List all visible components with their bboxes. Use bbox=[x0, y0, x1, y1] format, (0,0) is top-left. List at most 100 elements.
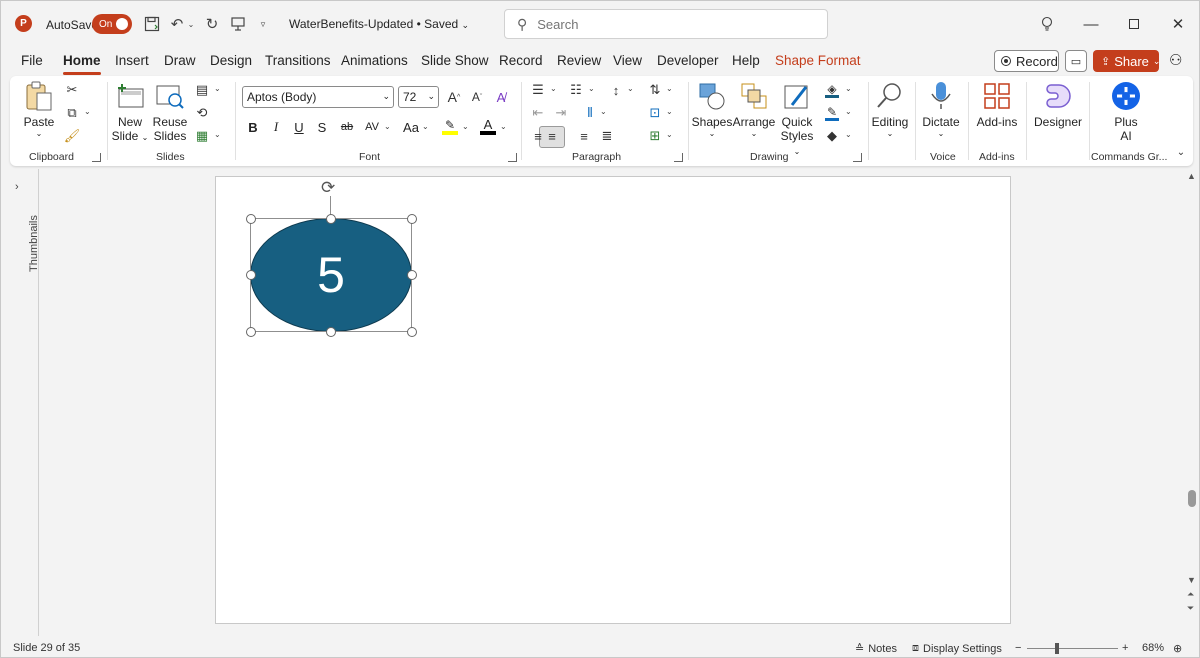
search-input[interactable] bbox=[537, 16, 798, 32]
share-button[interactable]: ⇪ Share ⌄ bbox=[1093, 50, 1160, 72]
columns-chevron-icon[interactable]: ⌄ bbox=[600, 107, 607, 116]
collapse-ribbon-chevron-icon[interactable]: ⌄ bbox=[1170, 142, 1192, 162]
resize-handle-left[interactable] bbox=[246, 270, 256, 280]
tab-review[interactable]: Review bbox=[557, 53, 601, 68]
dictate-button[interactable]: Dictate ⌄ bbox=[920, 80, 962, 139]
shapes-button[interactable]: Shapes ⌄ bbox=[692, 80, 732, 139]
shape-fill-chevron-icon[interactable]: ⌄ bbox=[845, 84, 852, 93]
numbering-icon[interactable]: ☷ bbox=[565, 80, 587, 100]
reset-slide-icon[interactable]: ⟲ bbox=[191, 103, 213, 123]
align-center-icon[interactable]: ≡ bbox=[541, 126, 563, 146]
columns-icon[interactable]: ⫴ bbox=[579, 103, 601, 123]
designer-button[interactable]: Designer bbox=[1030, 80, 1086, 129]
smartart-icon[interactable]: ⊞ bbox=[644, 126, 666, 146]
tab-developer[interactable]: Developer bbox=[657, 53, 719, 68]
previous-slide-icon[interactable]: ⏶ bbox=[1187, 589, 1194, 600]
copy-icon[interactable]: ⧉ bbox=[61, 103, 83, 123]
display-settings-button[interactable]: ⧈ Display Settings bbox=[912, 642, 1002, 655]
close-icon[interactable]: ✕ bbox=[1163, 11, 1193, 37]
increase-font-size-icon[interactable]: A ^ bbox=[443, 87, 465, 107]
paragraph-launcher-icon[interactable] bbox=[674, 153, 683, 162]
underline-button[interactable]: U bbox=[291, 116, 307, 138]
present-icon[interactable] bbox=[228, 13, 248, 35]
tab-animations[interactable]: Animations bbox=[341, 53, 408, 68]
shadow-button[interactable]: S bbox=[314, 116, 330, 138]
redo-icon[interactable]: ↻ bbox=[202, 13, 222, 35]
tab-file[interactable]: File bbox=[21, 53, 43, 68]
arrange-button[interactable]: Arrange ⌄ bbox=[733, 80, 775, 139]
editing-button[interactable]: Editing ⌄ bbox=[870, 80, 910, 139]
shape-effects-chevron-icon[interactable]: ⌄ bbox=[845, 130, 852, 139]
bullets-chevron-icon[interactable]: ⌄ bbox=[550, 84, 557, 93]
thumbnails-label[interactable]: Thumbnails bbox=[28, 212, 40, 272]
bold-button[interactable]: B bbox=[245, 116, 261, 138]
clipboard-launcher-icon[interactable] bbox=[92, 153, 101, 162]
align-text-chevron-icon[interactable]: ⌄ bbox=[666, 107, 673, 116]
cut-icon[interactable]: ✂ bbox=[61, 80, 83, 100]
resize-handle-top-left[interactable] bbox=[246, 214, 256, 224]
increase-indent-icon[interactable]: ⇥ bbox=[550, 103, 572, 123]
scroll-up-icon[interactable]: ▲ bbox=[1187, 171, 1196, 181]
highlight-button[interactable]: ✎ bbox=[440, 116, 460, 138]
resize-handle-bottom-right[interactable] bbox=[407, 327, 417, 337]
resize-handle-right[interactable] bbox=[407, 270, 417, 280]
reuse-slides-button[interactable]: Reuse Slides bbox=[153, 80, 187, 143]
next-slide-icon[interactable]: ⏷ bbox=[1187, 603, 1194, 614]
text-direction-icon[interactable]: ⇅ bbox=[644, 80, 666, 100]
zoom-slider[interactable] bbox=[1027, 648, 1118, 649]
copy-chevron-icon[interactable]: ⌄ bbox=[84, 107, 91, 116]
fit-slide-icon[interactable]: ⊕ bbox=[1173, 642, 1182, 655]
line-spacing-chevron-icon[interactable]: ⌄ bbox=[627, 84, 634, 93]
rotate-handle-icon[interactable]: ⟳ bbox=[321, 178, 335, 198]
section-chevron-icon[interactable]: ⌄ bbox=[214, 130, 221, 139]
undo-icon[interactable]: ↶ bbox=[167, 13, 187, 35]
align-text-icon[interactable]: ⊡ bbox=[644, 103, 666, 123]
text-direction-chevron-icon[interactable]: ⌄ bbox=[666, 84, 673, 93]
zoom-slider-thumb[interactable] bbox=[1055, 643, 1059, 654]
align-right-icon[interactable]: ≡ bbox=[573, 126, 595, 146]
font-name-combo[interactable]: Aptos (Body) ⌄ bbox=[242, 86, 394, 108]
tab-home[interactable]: Home bbox=[63, 53, 101, 75]
zoom-out-icon[interactable]: − bbox=[1015, 642, 1021, 654]
tab-help[interactable]: Help bbox=[732, 53, 760, 68]
font-color-button[interactable]: A bbox=[478, 116, 498, 138]
tab-view[interactable]: View bbox=[613, 53, 642, 68]
spacing-chevron-icon[interactable]: ⌄ bbox=[384, 122, 391, 131]
scrollbar-thumb[interactable] bbox=[1188, 490, 1196, 507]
format-painter-icon[interactable]: 🖌 bbox=[61, 126, 83, 146]
comments-button[interactable]: ▭ bbox=[1065, 50, 1087, 72]
autosave-toggle[interactable]: On bbox=[92, 14, 132, 34]
justify-icon[interactable]: ≣ bbox=[596, 126, 618, 146]
shape-outline-chevron-icon[interactable]: ⌄ bbox=[845, 107, 852, 116]
case-chevron-icon[interactable]: ⌄ bbox=[422, 122, 429, 131]
expand-thumbnails-chevron-icon[interactable]: › bbox=[15, 181, 19, 193]
tab-slide-show[interactable]: Slide Show bbox=[421, 53, 489, 68]
coauthor-icon[interactable]: ⚇ bbox=[1169, 51, 1182, 69]
resize-handle-bottom-left[interactable] bbox=[246, 327, 256, 337]
zoom-in-icon[interactable]: + bbox=[1122, 642, 1128, 654]
layout-chevron-icon[interactable]: ⌄ bbox=[214, 84, 221, 93]
drawing-launcher-icon[interactable] bbox=[853, 153, 862, 162]
customize-qat-chevron-icon[interactable]: ▿ bbox=[254, 13, 272, 35]
highlight-chevron-icon[interactable]: ⌄ bbox=[462, 122, 469, 131]
tab-design[interactable]: Design bbox=[210, 53, 252, 68]
line-spacing-icon[interactable]: ↕ bbox=[605, 80, 627, 100]
italic-button[interactable]: I bbox=[268, 116, 284, 138]
lightbulb-icon[interactable] bbox=[1032, 11, 1062, 37]
tab-insert[interactable]: Insert bbox=[115, 53, 149, 68]
resize-handle-bottom[interactable] bbox=[326, 327, 336, 337]
resize-handle-top[interactable] bbox=[326, 214, 336, 224]
numbering-chevron-icon[interactable]: ⌄ bbox=[588, 84, 595, 93]
tab-record[interactable]: Record bbox=[499, 53, 543, 68]
maximize-icon[interactable] bbox=[1119, 11, 1149, 37]
save-icon[interactable] bbox=[142, 13, 162, 35]
shape-fill-button[interactable]: ◈ bbox=[821, 80, 843, 100]
document-title[interactable]: WaterBenefits-Updated • Saved ⌄ bbox=[289, 17, 469, 31]
font-color-chevron-icon[interactable]: ⌄ bbox=[500, 122, 507, 131]
smartart-chevron-icon[interactable]: ⌄ bbox=[666, 130, 673, 139]
strikethrough-button[interactable]: ab bbox=[336, 116, 358, 138]
change-case-button[interactable]: Aa bbox=[400, 116, 422, 138]
resize-handle-top-right[interactable] bbox=[407, 214, 417, 224]
shape-outline-button[interactable]: ✎ bbox=[821, 103, 843, 123]
section-icon[interactable]: ▦ bbox=[191, 126, 213, 146]
